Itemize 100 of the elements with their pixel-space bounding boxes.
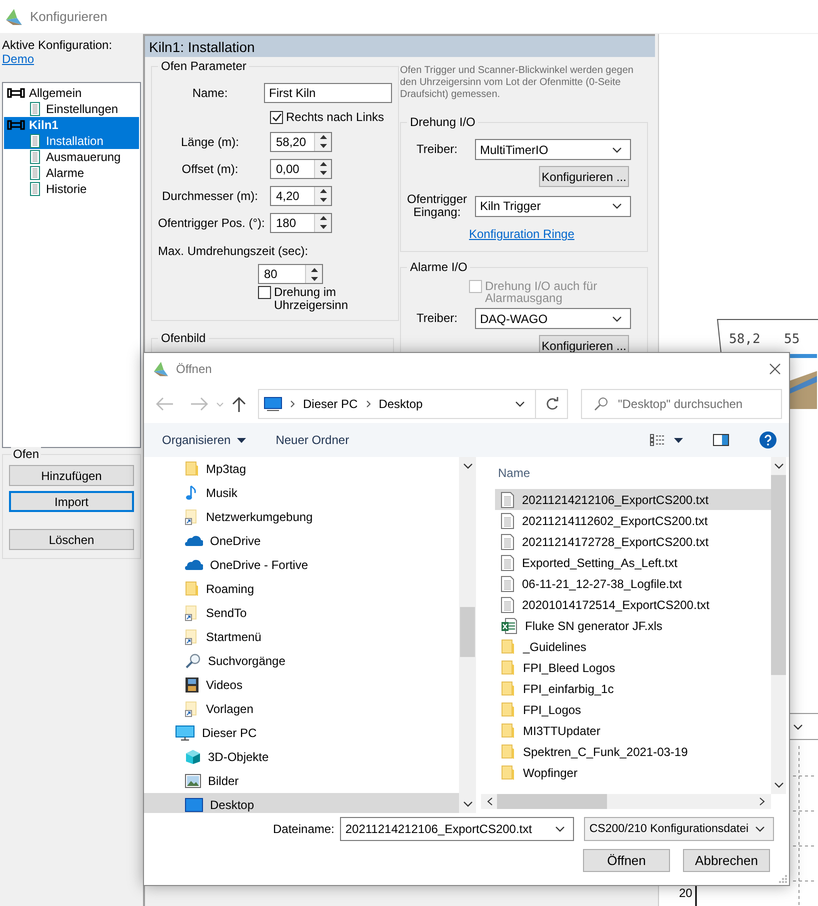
dropdown[interactable]: Kiln Trigger xyxy=(475,196,631,216)
file-item[interactable]: Wopfinger xyxy=(495,762,771,783)
view-options-icon[interactable] xyxy=(650,434,664,446)
new-folder-button[interactable]: Neuer Ordner xyxy=(276,433,350,447)
search-field[interactable]: "Desktop" durchsuchen xyxy=(581,389,782,419)
navigation-item[interactable]: SendTo xyxy=(144,601,459,625)
navigation-item[interactable]: Dieser PC xyxy=(144,721,459,745)
file-item[interactable]: Exported_Setting_As_Left.txt xyxy=(495,552,771,573)
dialog-button[interactable]: Abbrechen xyxy=(683,849,770,872)
dropdown[interactable]: MultiTimerIO xyxy=(475,139,631,160)
navigation-item[interactable]: Mp3tag xyxy=(144,457,459,481)
navigation-item[interactable]: Bilder xyxy=(144,769,459,793)
app-logo-icon xyxy=(4,8,24,26)
file-item[interactable]: 20211214212106_ExportCS200.txt xyxy=(495,489,771,510)
chevron-icon[interactable] xyxy=(216,402,224,406)
scrollbar[interactable] xyxy=(481,794,771,809)
file-item[interactable]: FPI_Logos xyxy=(495,699,771,720)
navigation-item[interactable]: Videos xyxy=(144,673,459,697)
back-arrow-icon[interactable] xyxy=(156,397,174,411)
spin-box[interactable]: 0,00 xyxy=(270,158,332,178)
checkbox[interactable] xyxy=(258,286,271,299)
spin-box[interactable]: 180 xyxy=(270,212,332,232)
tree-item[interactable]: Kiln1 xyxy=(4,117,139,133)
field-label: Ofentrigger Pos. (°): xyxy=(158,216,262,230)
column-header[interactable]: Name xyxy=(495,457,771,489)
navigation-item[interactable]: Desktop xyxy=(144,793,459,813)
preview-pane-icon[interactable] xyxy=(713,434,729,446)
scroll-up-icon xyxy=(462,463,472,469)
scroll-left-icon[interactable] xyxy=(487,797,493,806)
spin-box[interactable]: 80 xyxy=(258,264,323,284)
help-icon[interactable] xyxy=(759,431,777,449)
file-item[interactable]: FPI_einfarbig_1c xyxy=(495,678,771,699)
file-item[interactable]: FPI_Bleed Logos xyxy=(495,657,771,678)
file-item[interactable]: Spektren_C_Funk_2021-03-19 xyxy=(495,741,771,762)
checkbox-label: Drehung I/O auch für Alarmausgang xyxy=(485,280,598,304)
tree-item[interactable]: Installation xyxy=(4,133,139,149)
scrollbar-thumb[interactable] xyxy=(771,475,786,675)
file-item[interactable]: 20211214172728_ExportCS200.txt xyxy=(495,531,771,552)
film-icon xyxy=(185,677,199,693)
up-arrow-icon[interactable] xyxy=(232,396,246,412)
scroll-right-icon[interactable] xyxy=(759,797,765,806)
navigation-item[interactable]: Suchvorgänge xyxy=(144,649,459,673)
cube-icon xyxy=(185,749,201,765)
navigation-item[interactable]: OneDrive - Fortive xyxy=(144,553,459,577)
configure-button[interactable]: Konfigurieren ... xyxy=(539,166,629,187)
breadcrumb-item[interactable]: Desktop xyxy=(378,397,423,411)
breadcrumb-item[interactable]: Dieser PC xyxy=(303,397,358,411)
close-icon[interactable] xyxy=(769,363,781,375)
scrollbar-thumb[interactable] xyxy=(497,794,607,809)
scrollbar[interactable] xyxy=(771,457,786,794)
chevron-icon xyxy=(555,826,566,832)
config-link[interactable]: Demo xyxy=(2,52,34,66)
rings-config-link[interactable]: Konfiguration Ringe xyxy=(469,227,574,241)
spin-box[interactable]: 4,20 xyxy=(270,186,332,206)
organize-menu[interactable]: Organisieren xyxy=(162,433,246,447)
scrollbar-thumb[interactable] xyxy=(460,607,475,657)
search-icon xyxy=(185,653,201,669)
navigation-item[interactable]: Roaming xyxy=(144,577,459,601)
tree-item-label: Kiln1 xyxy=(29,118,58,132)
file-type-dropdown[interactable]: CS200/210 Konfigurationsdatei xyxy=(584,817,774,841)
kiln-action-button[interactable]: Löschen xyxy=(9,529,134,550)
dropdown[interactable]: DAQ-WAGO xyxy=(475,308,631,329)
document-icon xyxy=(30,182,40,196)
refresh-button[interactable] xyxy=(536,389,568,419)
file-item[interactable]: 06-11-21_12-27-38_Logfile.txt xyxy=(495,573,771,594)
tree-item[interactable]: Alarme xyxy=(4,165,139,181)
navigation-item[interactable]: Startmenü xyxy=(144,625,459,649)
document-icon xyxy=(30,134,40,148)
kiln-action-button[interactable]: Import xyxy=(9,491,134,512)
caret-icon[interactable] xyxy=(674,438,683,442)
navigation-item[interactable]: Musik xyxy=(144,481,459,505)
file-item[interactable]: Fluke SN generator JF.xls xyxy=(495,615,771,636)
field-label: Max. Umdrehungszeit (sec): xyxy=(158,244,310,258)
address-bar[interactable]: Dieser PC Desktop xyxy=(258,389,536,419)
forward-arrow-icon[interactable] xyxy=(190,397,208,411)
file-item[interactable]: _Guidelines xyxy=(495,636,771,657)
drum-icon xyxy=(7,120,25,130)
resize-grip-icon[interactable] xyxy=(779,875,787,883)
navigation-item[interactable]: 3D-Objekte xyxy=(144,745,459,769)
filename-field[interactable]: 20211214212106_ExportCS200.txt xyxy=(340,817,574,841)
field-label: Treiber: xyxy=(416,312,458,325)
navigation-item[interactable]: Vorlagen xyxy=(144,697,459,721)
checkbox[interactable] xyxy=(270,110,283,124)
tree-item[interactable]: Ausmauerung xyxy=(4,149,139,165)
spin-box[interactable]: 58,20 xyxy=(270,132,332,152)
navigation-item[interactable]: OneDrive xyxy=(144,529,459,553)
kiln-action-button[interactable]: Hinzufügen xyxy=(9,465,134,486)
file-item[interactable]: 20211214112602_ExportCS200.txt xyxy=(495,510,771,531)
navigation-item[interactable]: Netzwerkumgebung xyxy=(144,505,459,529)
scrollbar[interactable] xyxy=(459,457,476,813)
tree-item[interactable]: Einstellungen xyxy=(4,101,139,117)
chevron-icon xyxy=(793,724,803,730)
tree-item[interactable]: Allgemein xyxy=(4,85,139,101)
tree-item[interactable]: Historie xyxy=(4,181,139,197)
file-item[interactable]: 20201014172514_ExportCS200.txt xyxy=(495,594,771,615)
group-title: Drehung I/O xyxy=(409,115,476,129)
file-item[interactable]: MI3TTUpdater xyxy=(495,720,771,741)
text-file-icon xyxy=(501,492,514,508)
name-field[interactable]: First Kiln xyxy=(264,82,392,102)
dialog-button[interactable]: Öffnen xyxy=(583,849,670,872)
